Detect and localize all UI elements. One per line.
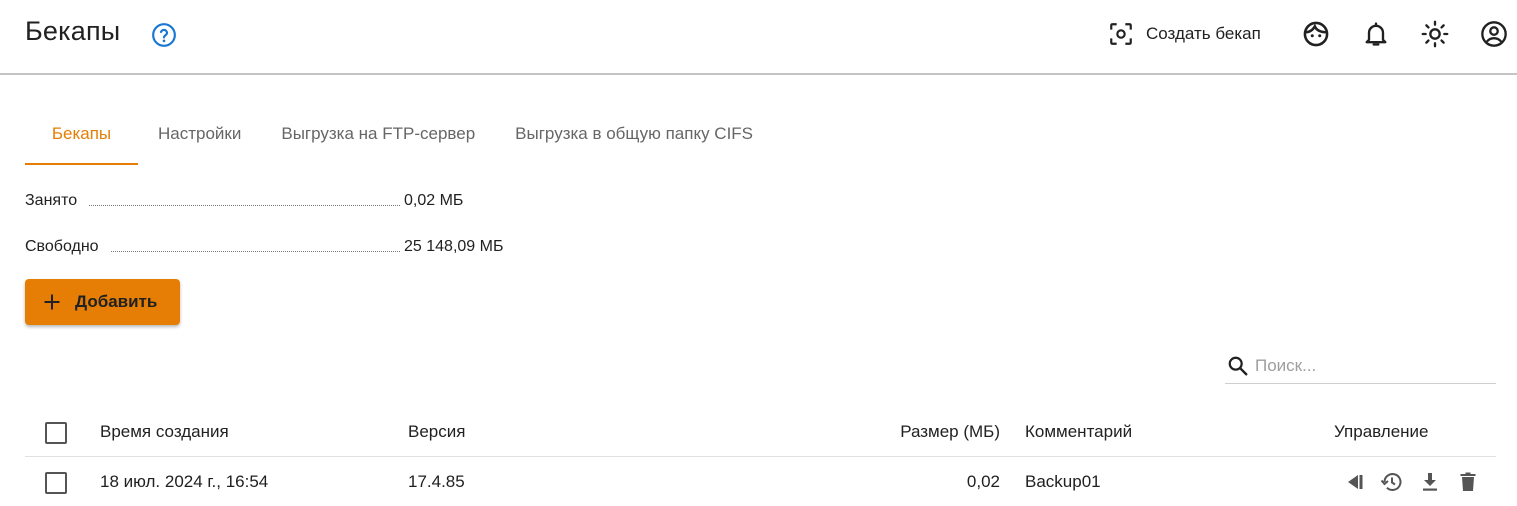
page-title: Бекапы (25, 16, 121, 46)
tab-bar: Бекапы Настройки Выгрузка на FTP-сервер … (25, 105, 773, 165)
free-space-row: Свободно 25 148,09 МБ (25, 232, 545, 256)
search-input[interactable] (1255, 355, 1485, 376)
dotted-leader (89, 205, 400, 206)
search-icon (1228, 356, 1248, 375)
help-icon[interactable] (151, 22, 177, 48)
sun-icon[interactable] (1421, 20, 1449, 48)
history-button[interactable] (1379, 469, 1405, 495)
cell-size: 0,02 (966, 472, 1000, 491)
add-button-label: Добавить (75, 292, 158, 311)
free-space-value: 25 148,09 МБ (404, 238, 504, 255)
column-header-comment[interactable]: Комментарий (1025, 408, 1132, 456)
restore-button[interactable] (1341, 469, 1367, 495)
tab-cifs-upload[interactable]: Выгрузка в общую папку CIFS (495, 105, 773, 163)
row-checkbox[interactable] (45, 472, 67, 494)
table-header-row: Время создания Версия Размер (МБ) Коммен… (25, 408, 1496, 457)
row-actions (1341, 457, 1493, 506)
cell-created: 18 июл. 2024 г., 16:54 (100, 472, 269, 491)
search-field (1225, 348, 1496, 384)
add-button[interactable]: Добавить (25, 279, 180, 325)
cell-version: 17.4.85 (408, 472, 465, 491)
backups-table: Время создания Версия Размер (МБ) Коммен… (25, 408, 1496, 506)
bell-icon[interactable] (1362, 20, 1390, 48)
tab-ftp-upload[interactable]: Выгрузка на FTP-сервер (261, 105, 495, 163)
create-backup-button[interactable]: Создать бекап (1108, 19, 1261, 49)
delete-button[interactable] (1455, 469, 1481, 495)
download-icon (1423, 473, 1437, 491)
select-all-checkbox[interactable] (45, 422, 67, 444)
column-header-size[interactable]: Размер (МБ) (900, 408, 1000, 456)
face-icon[interactable] (1302, 20, 1330, 48)
used-space-row: Занято 0,02 МБ (25, 186, 545, 210)
tab-backups[interactable]: Бекапы (25, 105, 138, 165)
column-header-version[interactable]: Версия (408, 408, 465, 456)
app-header: Бекапы Создать бекап (0, 0, 1517, 75)
used-space-value: 0,02 МБ (404, 192, 464, 209)
plus-icon (44, 294, 60, 310)
delete-icon (1460, 472, 1476, 491)
screenshot-frame-icon (1110, 23, 1132, 45)
column-header-actions: Управление (1334, 422, 1429, 441)
account-circle-icon[interactable] (1480, 20, 1508, 48)
restore-version-icon (1348, 475, 1363, 489)
history-icon (1380, 473, 1402, 491)
column-header-created[interactable]: Время создания (100, 408, 229, 456)
create-backup-label: Создать бекап (1146, 24, 1261, 43)
dotted-leader (111, 251, 400, 252)
download-button[interactable] (1417, 469, 1443, 495)
used-space-label: Занято (25, 192, 78, 209)
cell-comment: Backup01 (1025, 472, 1101, 491)
tab-settings[interactable]: Настройки (138, 105, 261, 163)
table-row: 18 июл. 2024 г., 16:54 17.4.85 0,02 Back… (25, 457, 1496, 506)
free-space-label: Свободно (25, 238, 99, 255)
